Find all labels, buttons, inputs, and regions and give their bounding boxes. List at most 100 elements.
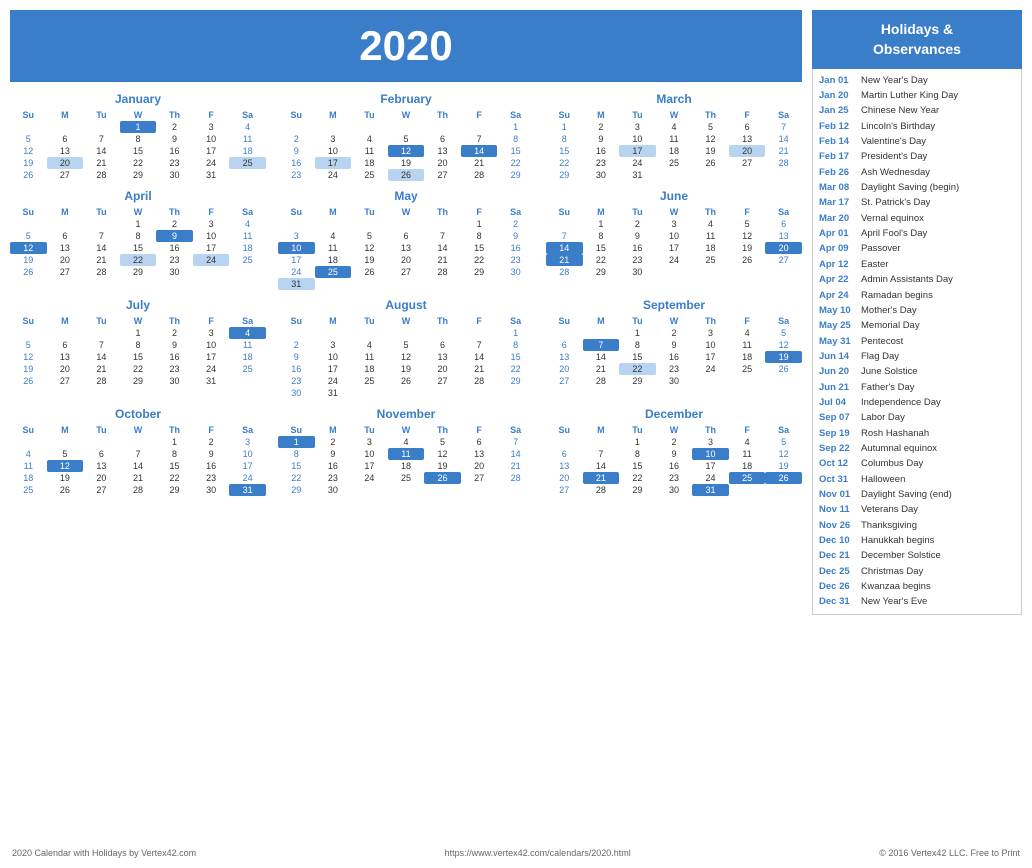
calendar-day: 8 xyxy=(619,339,656,351)
month-title: July xyxy=(10,298,266,312)
calendar-day: 2 xyxy=(278,339,315,351)
calendar-day: 21 xyxy=(120,472,157,484)
calendar-day: 12 xyxy=(692,133,729,145)
holiday-name: Independence Day xyxy=(861,397,941,409)
calendar-day: 14 xyxy=(765,133,802,145)
calendar-day: 8 xyxy=(619,448,656,460)
calendar-day: 28 xyxy=(83,266,120,278)
calendar-day: 6 xyxy=(424,133,461,145)
holiday-item: Feb 17President's Day xyxy=(819,150,1015,165)
calendar-day: 28 xyxy=(461,375,498,387)
calendar-day: 26 xyxy=(10,266,47,278)
calendar-day xyxy=(583,327,620,339)
calendar-day xyxy=(729,484,766,496)
calendar-day: 2 xyxy=(497,218,534,230)
holiday-item: Feb 14Valentine's Day xyxy=(819,135,1015,150)
calendar-day: 2 xyxy=(156,327,193,339)
calendar-day: 21 xyxy=(461,363,498,375)
calendar-day: 20 xyxy=(546,472,583,484)
calendar-day: 16 xyxy=(278,363,315,375)
calendar-day: 8 xyxy=(156,448,193,460)
calendar-day: 23 xyxy=(193,472,230,484)
calendar-day: 29 xyxy=(120,266,157,278)
holiday-date: Nov 11 xyxy=(819,504,857,516)
calendar-day: 15 xyxy=(619,351,656,363)
calendar-day: 9 xyxy=(656,448,693,460)
holiday-date: Nov 01 xyxy=(819,489,857,501)
calendar-day: 14 xyxy=(583,351,620,363)
calendar-day: 23 xyxy=(656,472,693,484)
calendar-day: 11 xyxy=(229,230,266,242)
month-title: September xyxy=(546,298,802,312)
calendar-day: 7 xyxy=(461,339,498,351)
calendar-day: 13 xyxy=(47,145,84,157)
calendar-day: 28 xyxy=(120,484,157,496)
calendar-day: 25 xyxy=(351,169,388,181)
calendar-day xyxy=(315,121,352,133)
calendar-day: 13 xyxy=(729,133,766,145)
calendar-day xyxy=(315,218,352,230)
calendar-day: 13 xyxy=(424,351,461,363)
calendar-day: 27 xyxy=(83,484,120,496)
holiday-name: Father's Day xyxy=(861,382,915,394)
calendar-day: 31 xyxy=(692,484,729,496)
calendar-day: 23 xyxy=(497,254,534,266)
holiday-name: Christmas Day xyxy=(861,566,923,578)
calendar-day: 11 xyxy=(351,145,388,157)
calendar-day: 19 xyxy=(47,472,84,484)
calendar-day: 30 xyxy=(497,266,534,278)
calendar-day: 12 xyxy=(351,242,388,254)
calendar-day xyxy=(388,121,425,133)
calendar-day: 6 xyxy=(546,339,583,351)
holiday-date: Apr 22 xyxy=(819,274,857,286)
calendar-day: 6 xyxy=(424,339,461,351)
weekday-header: Th xyxy=(692,424,729,436)
holiday-item: May 31Pentecost xyxy=(819,334,1015,349)
holiday-date: Jan 25 xyxy=(819,105,857,117)
calendar-day: 17 xyxy=(193,242,230,254)
calendar-day: 7 xyxy=(583,339,620,351)
weekday-header: Tu xyxy=(351,424,388,436)
holiday-date: Mar 20 xyxy=(819,213,857,225)
calendar-day: 20 xyxy=(47,157,84,169)
calendar-day: 23 xyxy=(315,472,352,484)
calendar-day: 3 xyxy=(315,339,352,351)
calendar-day: 11 xyxy=(388,448,425,460)
weekday-header: F xyxy=(193,424,230,436)
calendar-day: 19 xyxy=(351,254,388,266)
month-table: SuMTuWThFSa12345678910111213141516171819… xyxy=(546,206,802,278)
calendar-day: 29 xyxy=(120,375,157,387)
weekday-header: M xyxy=(315,315,352,327)
calendar-day: 16 xyxy=(156,242,193,254)
calendar-day xyxy=(10,121,47,133)
weekday-header: F xyxy=(729,424,766,436)
calendar-day: 2 xyxy=(278,133,315,145)
weekday-header: Th xyxy=(424,109,461,121)
calendar-day: 19 xyxy=(10,157,47,169)
holiday-item: Mar 08Daylight Saving (begin) xyxy=(819,181,1015,196)
calendar-day: 16 xyxy=(156,351,193,363)
calendar-day xyxy=(424,484,461,496)
calendar-day: 4 xyxy=(351,133,388,145)
calendar-day xyxy=(351,387,388,399)
calendar-day xyxy=(656,266,693,278)
calendar-day xyxy=(229,266,266,278)
calendar-day: 29 xyxy=(461,266,498,278)
calendar-day xyxy=(692,375,729,387)
weekday-header: Sa xyxy=(229,315,266,327)
calendar-day xyxy=(765,375,802,387)
calendar-day: 2 xyxy=(156,218,193,230)
calendar-day: 29 xyxy=(497,169,534,181)
weekday-header: W xyxy=(388,109,425,121)
weekday-header: Th xyxy=(156,424,193,436)
calendar-day: 22 xyxy=(156,472,193,484)
calendar-day: 30 xyxy=(156,375,193,387)
calendar-day xyxy=(583,436,620,448)
weekday-header: Su xyxy=(278,315,315,327)
calendar-day: 12 xyxy=(729,230,766,242)
calendar-day: 10 xyxy=(692,448,729,460)
calendar-day: 25 xyxy=(351,375,388,387)
calendar-day: 25 xyxy=(10,484,47,496)
holiday-item: May 25Memorial Day xyxy=(819,319,1015,334)
month-title: January xyxy=(10,92,266,106)
